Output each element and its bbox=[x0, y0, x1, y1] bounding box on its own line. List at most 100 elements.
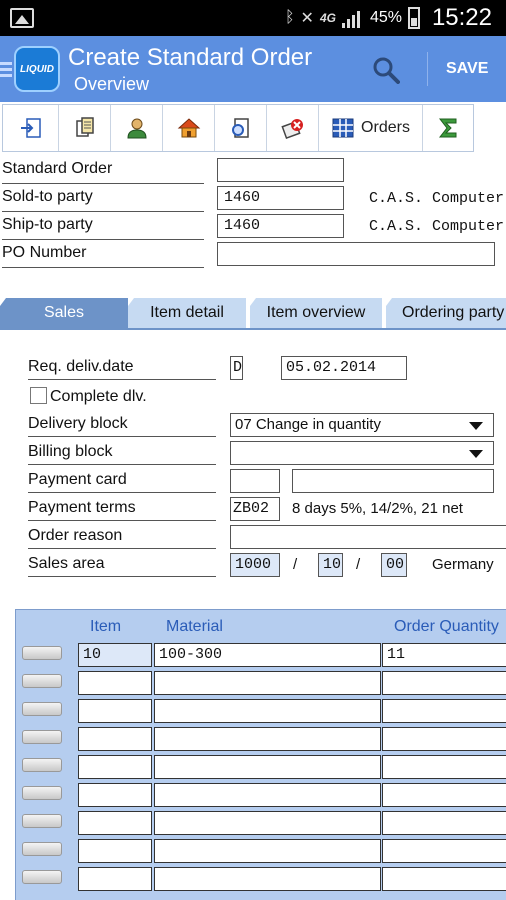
chevron-down-icon bbox=[469, 422, 483, 430]
ship-to-field[interactable]: 1460 bbox=[217, 214, 344, 238]
sales-area-country: Germany bbox=[432, 556, 494, 573]
item-cell[interactable] bbox=[78, 839, 152, 863]
toolbar-documents-button[interactable] bbox=[59, 105, 111, 151]
po-number-field[interactable] bbox=[217, 242, 495, 266]
search-icon[interactable] bbox=[372, 56, 400, 84]
row-select-button[interactable] bbox=[22, 842, 62, 856]
toolbar-display-button[interactable] bbox=[215, 105, 267, 151]
order-quantity-cell[interactable] bbox=[382, 699, 506, 723]
documents-icon bbox=[75, 117, 94, 137]
billing-block-select[interactable] bbox=[230, 441, 494, 465]
order-quantity-cell[interactable] bbox=[382, 811, 506, 835]
document-search-icon bbox=[231, 118, 249, 138]
item-column-header: Item bbox=[90, 618, 122, 635]
row-select-button[interactable] bbox=[22, 674, 62, 688]
page-subtitle: Overview bbox=[74, 74, 150, 94]
order-quantity-cell[interactable] bbox=[382, 839, 506, 863]
sold-to-field[interactable]: 1460 bbox=[217, 186, 344, 210]
row-select-button[interactable] bbox=[22, 646, 62, 660]
network-type: 4G bbox=[319, 11, 336, 25]
order-reason-label: Order reason bbox=[28, 525, 216, 549]
material-cell[interactable] bbox=[154, 755, 381, 779]
material-cell[interactable] bbox=[154, 727, 381, 751]
toolbar-enter-button[interactable] bbox=[3, 105, 59, 151]
item-cell[interactable] bbox=[78, 671, 152, 695]
payment-terms-text: 8 days 5%, 14/2%, 21 net bbox=[292, 500, 463, 517]
tab-bar: Sales Item detail Item overview Ordering… bbox=[0, 298, 506, 328]
payment-card-number-field[interactable] bbox=[292, 469, 494, 493]
toolbar-address-button[interactable] bbox=[163, 105, 215, 151]
mute-icon: ✕ bbox=[300, 10, 314, 27]
material-cell[interactable] bbox=[154, 783, 381, 807]
divider bbox=[427, 52, 428, 86]
toolbar-delete-button[interactable] bbox=[267, 105, 319, 151]
delivery-block-value: 07 Change in quantity bbox=[235, 416, 381, 433]
req-deliv-date-field[interactable]: 05.02.2014 bbox=[281, 356, 407, 380]
row-select-button[interactable] bbox=[22, 730, 62, 744]
tab-sales[interactable]: Sales bbox=[0, 298, 128, 328]
material-cell[interactable] bbox=[154, 699, 381, 723]
order-quantity-cell[interactable] bbox=[382, 727, 506, 751]
order-quantity-cell[interactable] bbox=[382, 783, 506, 807]
distribution-channel-field[interactable]: 10 bbox=[318, 553, 343, 577]
tab-item-detail[interactable]: Item detail bbox=[128, 298, 246, 328]
status-bar: ᛒ ✕ 4G 45% 15:22 bbox=[0, 0, 506, 36]
separator-1: / bbox=[293, 556, 298, 573]
payment-card-type-field[interactable] bbox=[230, 469, 280, 493]
delivery-block-select[interactable]: 07 Change in quantity bbox=[230, 413, 494, 437]
standard-order-field[interactable] bbox=[217, 158, 344, 182]
order-reason-field[interactable] bbox=[230, 525, 506, 549]
toolbar-orders-button[interactable]: Orders bbox=[319, 105, 423, 151]
tab-ordering-party[interactable]: Ordering party bbox=[386, 298, 506, 328]
chevron-down-icon bbox=[469, 450, 483, 458]
item-cell[interactable] bbox=[78, 755, 152, 779]
bluetooth-icon: ᛒ bbox=[284, 9, 295, 26]
order-quantity-cell[interactable] bbox=[382, 867, 506, 891]
material-cell[interactable] bbox=[154, 811, 381, 835]
orders-label: Orders bbox=[361, 119, 410, 136]
order-quantity-cell[interactable] bbox=[382, 671, 506, 695]
material-cell[interactable] bbox=[154, 671, 381, 695]
save-button[interactable]: SAVE bbox=[446, 60, 488, 78]
req-deliv-type-field[interactable]: D bbox=[230, 356, 243, 380]
sales-area-label: Sales area bbox=[28, 553, 216, 577]
enter-document-icon bbox=[20, 118, 41, 138]
item-cell[interactable] bbox=[78, 699, 152, 723]
order-quantity-cell[interactable]: 11 bbox=[382, 643, 506, 667]
po-number-label: PO Number bbox=[2, 244, 204, 268]
standard-order-label: Standard Order bbox=[2, 160, 204, 184]
toolbar-partner-button[interactable] bbox=[111, 105, 163, 151]
toolbar: Orders bbox=[2, 104, 474, 152]
row-select-button[interactable] bbox=[22, 758, 62, 772]
material-column-header: Material bbox=[166, 618, 223, 635]
house-icon bbox=[177, 118, 200, 138]
sales-org-field[interactable]: 1000 bbox=[230, 553, 280, 577]
material-cell[interactable]: 100-300 bbox=[154, 643, 381, 667]
row-select-button[interactable] bbox=[22, 702, 62, 716]
ship-to-name: C.A.S. Computer A bbox=[369, 218, 506, 235]
status-icons: ᛒ ✕ 4G 45% bbox=[285, 6, 420, 30]
complete-dlv-label: Complete dlv. bbox=[50, 388, 147, 405]
delete-icon bbox=[280, 119, 303, 139]
item-cell[interactable]: 10 bbox=[78, 643, 152, 667]
material-cell[interactable] bbox=[154, 839, 381, 863]
item-cell[interactable] bbox=[78, 811, 152, 835]
row-select-button[interactable] bbox=[22, 814, 62, 828]
toolbar-sum-button[interactable] bbox=[423, 105, 473, 151]
row-select-button[interactable] bbox=[22, 786, 62, 800]
sigma-icon bbox=[438, 118, 457, 138]
order-quantity-cell[interactable] bbox=[382, 755, 506, 779]
row-select-button[interactable] bbox=[22, 870, 62, 884]
item-cell[interactable] bbox=[78, 727, 152, 751]
menu-icon[interactable] bbox=[0, 62, 12, 80]
req-deliv-label: Req. deliv.date bbox=[28, 356, 216, 380]
item-cell[interactable] bbox=[78, 867, 152, 891]
complete-dlv-checkbox[interactable] bbox=[30, 387, 47, 404]
division-field[interactable]: 00 bbox=[381, 553, 407, 577]
separator-2: / bbox=[356, 556, 361, 573]
material-cell[interactable] bbox=[154, 867, 381, 891]
tab-item-overview[interactable]: Item overview bbox=[250, 298, 382, 328]
app-bar: LIQUID Create Standard Order Overview SA… bbox=[0, 36, 506, 102]
payment-terms-field[interactable]: ZB02 bbox=[230, 497, 280, 521]
item-cell[interactable] bbox=[78, 783, 152, 807]
